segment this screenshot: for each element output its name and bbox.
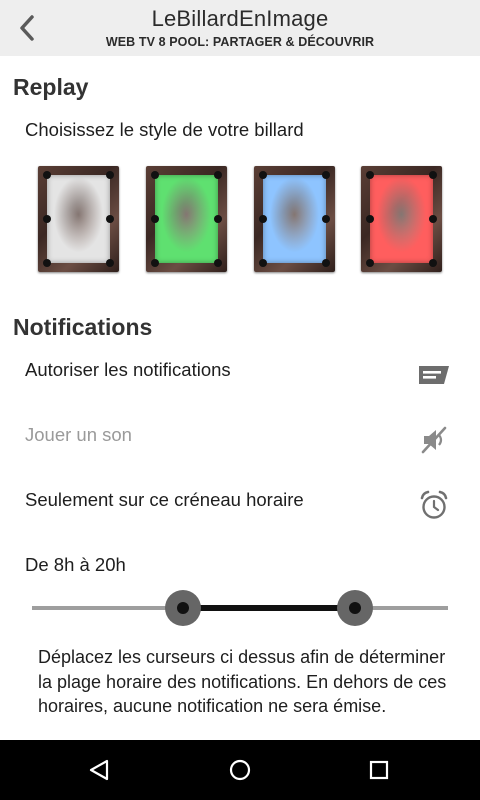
table-style-green[interactable] <box>146 166 227 272</box>
felt-white <box>43 171 114 267</box>
pocket <box>214 259 222 267</box>
felt-blue <box>259 171 330 267</box>
pocket <box>429 259 437 267</box>
felt-red <box>366 171 437 267</box>
pocket <box>214 215 222 223</box>
nav-home-button[interactable] <box>218 752 262 788</box>
slider-start-handle[interactable] <box>164 590 201 626</box>
replay-section-title: Replay <box>13 74 89 100</box>
pocket <box>43 259 51 267</box>
pocket <box>151 259 159 267</box>
pocket <box>43 171 51 179</box>
app-title: LeBillardEnImage <box>151 6 329 31</box>
pocket <box>106 171 114 179</box>
table-style-blue[interactable] <box>254 166 335 272</box>
slider-end-handle[interactable] <box>336 590 373 626</box>
slider-selected-range <box>182 605 355 611</box>
table-style-prompt: Choisissez le style de votre billard <box>25 119 304 140</box>
table-style-red[interactable] <box>361 166 442 272</box>
alarm-clock-icon <box>420 490 448 519</box>
sound-muted-icon <box>421 426 447 454</box>
pocket <box>366 259 374 267</box>
time-slot-label[interactable]: Seulement sur ce créneau horaire <box>25 489 304 511</box>
time-range-slider[interactable] <box>32 586 448 630</box>
time-range-label: De 8h à 20h <box>25 554 126 575</box>
pocket <box>322 171 330 179</box>
pocket <box>322 259 330 267</box>
pocket <box>151 215 159 223</box>
app-subtitle: WEB TV 8 POOL: PARTAGER & DÉCOUVRIR <box>105 35 375 49</box>
table-style-white[interactable] <box>38 166 119 272</box>
pocket <box>259 215 267 223</box>
pocket <box>429 171 437 179</box>
system-nav-bar <box>0 740 480 800</box>
play-sound-toggle[interactable] <box>416 422 452 458</box>
time-slot-toggle[interactable] <box>416 487 452 523</box>
nav-recents-button[interactable] <box>357 752 401 788</box>
pocket <box>106 215 114 223</box>
pocket <box>259 171 267 179</box>
allow-notifications-label[interactable]: Autoriser les notifications <box>25 359 231 381</box>
allow-notifications-toggle[interactable] <box>416 357 452 393</box>
notifications-section-title: Notifications <box>13 314 153 340</box>
pocket <box>322 215 330 223</box>
app-bar: LeBillardEnImage WEB TV 8 POOL: PARTAGER… <box>0 0 480 56</box>
pocket <box>106 259 114 267</box>
time-range-help-text: Déplacez les curseurs ci dessus afin de … <box>38 647 447 716</box>
pocket <box>214 171 222 179</box>
pocket <box>366 171 374 179</box>
pocket <box>366 215 374 223</box>
pocket <box>151 171 159 179</box>
nav-recents-icon <box>369 760 389 780</box>
pocket <box>43 215 51 223</box>
message-icon <box>419 366 449 384</box>
play-sound-label[interactable]: Jouer un son <box>25 424 132 446</box>
pocket <box>259 259 267 267</box>
nav-back-button[interactable] <box>77 752 121 788</box>
table-style-picker <box>38 166 448 272</box>
nav-back-icon <box>89 759 109 781</box>
nav-home-icon <box>229 759 251 781</box>
felt-green <box>151 171 222 267</box>
pocket <box>429 215 437 223</box>
